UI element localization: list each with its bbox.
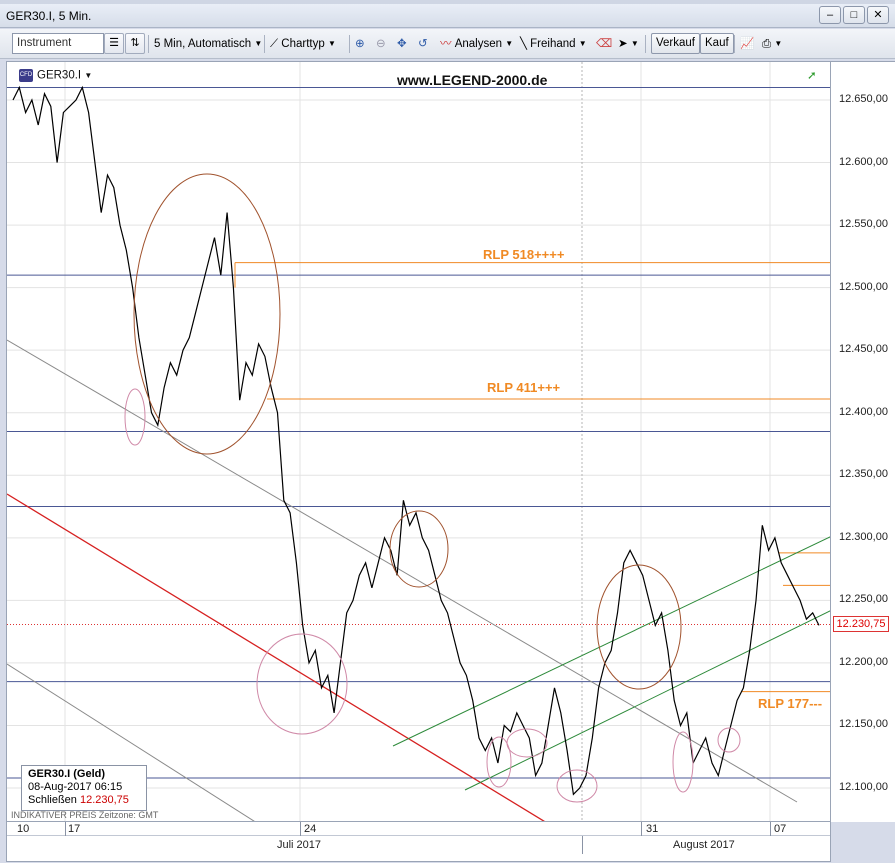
price-chart [7,62,830,821]
buy-button[interactable]: Kauf [700,33,734,54]
y-tick-label: 12.200,00 [839,655,888,668]
price-series-line [12,85,820,796]
chevron-down-icon: ▼ [505,39,514,48]
x-tick [65,822,66,836]
trend-up-icon: ➚ [807,70,817,82]
analyses-label: Analysen [454,38,503,51]
chart-toolbar: Instrument ☰ ⇅ 5 Min, Automatisch ▼ ⟋ Ch… [0,29,895,59]
chart-area[interactable]: CFD GER30.I ▼ www.LEGEND-2000.de RLP 518+… [6,61,831,822]
highlight-circle [133,173,281,455]
instrument-input[interactable]: Instrument [12,33,104,54]
x-tick-label: 31 [646,823,659,835]
highlight-circle [556,769,598,803]
x-tick [300,822,301,836]
zoom-out-icon[interactable]: ⊖ [376,34,386,54]
highlight-circle [672,731,694,793]
y-tick-label: 12.400,00 [839,405,888,418]
x-tick-label: 17 [68,823,81,835]
current-price-label: 12.230,75 [833,616,889,633]
interval-dropdown[interactable]: 5 Min, Automatisch ▼ [154,34,262,54]
analyses-icon: 〰 [440,38,452,51]
y-tick-label: 12.250,00 [839,593,888,606]
y-tick-label: 12.550,00 [839,218,888,231]
pen-icon: ╲ [520,38,527,51]
info-title: GER30.I (Geld) [28,768,106,780]
sell-button[interactable]: Verkauf [651,33,700,54]
toolbar-separator [148,35,149,53]
mode-value: Automatisch [187,38,252,51]
pan-icon[interactable]: ✥ [397,34,407,54]
info-box: GER30.I (Geld) 08-Aug-2017 06:15 Schließ… [21,765,147,811]
chevron-down-icon: ▼ [578,39,587,48]
x-tick [770,822,771,836]
x-tick-label: 10 [17,823,30,835]
info-close-row: Schließen 12.230,75 [28,794,140,806]
rlp-177-label: RLP 177--- [758,696,823,711]
cursor-icon: ➤ [618,38,628,51]
info-close-label: Schließen [28,794,77,806]
toolbar-separator [349,35,350,53]
chevron-down-icon: ▼ [84,71,93,80]
maximize-button[interactable]: □ [843,6,865,24]
close-button[interactable]: ✕ [867,6,889,24]
symbol-selector[interactable]: CFD GER30.I ▼ [19,69,92,82]
x-tick [641,822,642,836]
info-close-value: 12.230,75 [79,794,129,806]
cfd-logo-icon: CFD [19,69,33,82]
toolbar-separator [264,35,265,53]
chart-type-dropdown[interactable]: ⟋ Charttyp ▼ [270,34,336,54]
freehand-label: Freihand [530,38,576,51]
instrument-list-icon[interactable]: ☰ [104,33,124,54]
month-label: August 2017 [673,839,735,851]
cursor-dropdown[interactable]: ➤ ▼ [618,34,639,54]
analyses-dropdown[interactable]: 〰 Analysen ▼ [440,34,513,54]
toolbar-separator [734,35,735,53]
day-axis: 10 17 24 31 07 [7,822,830,836]
channel-upper [392,536,830,747]
y-tick-label: 12.150,00 [839,718,888,731]
indicator-icon[interactable]: 📈 [740,34,754,54]
line-chart-icon: ⟋ [270,38,279,51]
highlight-circle [124,388,146,446]
watermark-text: www.LEGEND-2000.de [397,72,548,88]
y-tick-label: 12.500,00 [839,280,888,293]
y-tick-label: 12.650,00 [839,93,888,105]
window-title: GER30.I, 5 Min. [6,9,92,23]
x-tick-label: 07 [774,823,787,835]
x-tick-label: 24 [304,823,317,835]
footer-note: INDIKATIVER PREIS Zeitzone: GMT [11,810,159,820]
chevron-down-icon: ▼ [630,39,639,48]
y-tick-label: 12.450,00 [839,343,888,356]
chevron-down-icon: ▼ [774,39,783,48]
chevron-down-icon: ▼ [254,39,263,48]
y-tick-label: 12.600,00 [839,155,888,168]
y-tick-label: 12.350,00 [839,468,888,481]
toolbar-separator [645,35,646,53]
print-dropdown[interactable]: ⎙ ▼ [762,34,782,54]
compare-icon[interactable]: ⇅ [125,33,145,54]
window-titlebar: GER30.I, 5 Min. – □ ✕ [0,4,895,28]
eraser-icon[interactable]: ⌫ [596,34,612,54]
rlp-518-label: RLP 518++++ [483,247,565,262]
minimize-button[interactable]: – [819,6,841,24]
chart-type-label: Charttyp [281,38,325,51]
y-tick-label: 12.100,00 [839,781,888,793]
highlight-circle [256,633,348,735]
print-icon: ⎙ [762,38,772,51]
symbol-label: GER30.I [37,69,82,82]
reset-icon[interactable]: ↺ [418,34,428,54]
price-axis: 12.650,00 12.600,00 12.550,00 12.500,00 12.4… [831,61,895,822]
interval-value: 5 Min, [154,38,186,51]
chevron-down-icon: ▼ [327,39,336,48]
info-date: 08-Aug-2017 06:15 [28,781,123,793]
month-divider [582,836,583,854]
month-label: Juli 2017 [277,839,322,851]
freehand-dropdown[interactable]: ╲ Freihand ▼ [520,34,587,54]
zoom-in-icon[interactable]: ⊕ [355,34,365,54]
time-axis: 10 17 24 31 07 Juli 2017 August 2017 [6,822,831,862]
rlp-411-label: RLP 411+++ [487,380,561,395]
y-tick-label: 12.300,00 [839,530,888,543]
highlight-circle [596,564,682,690]
